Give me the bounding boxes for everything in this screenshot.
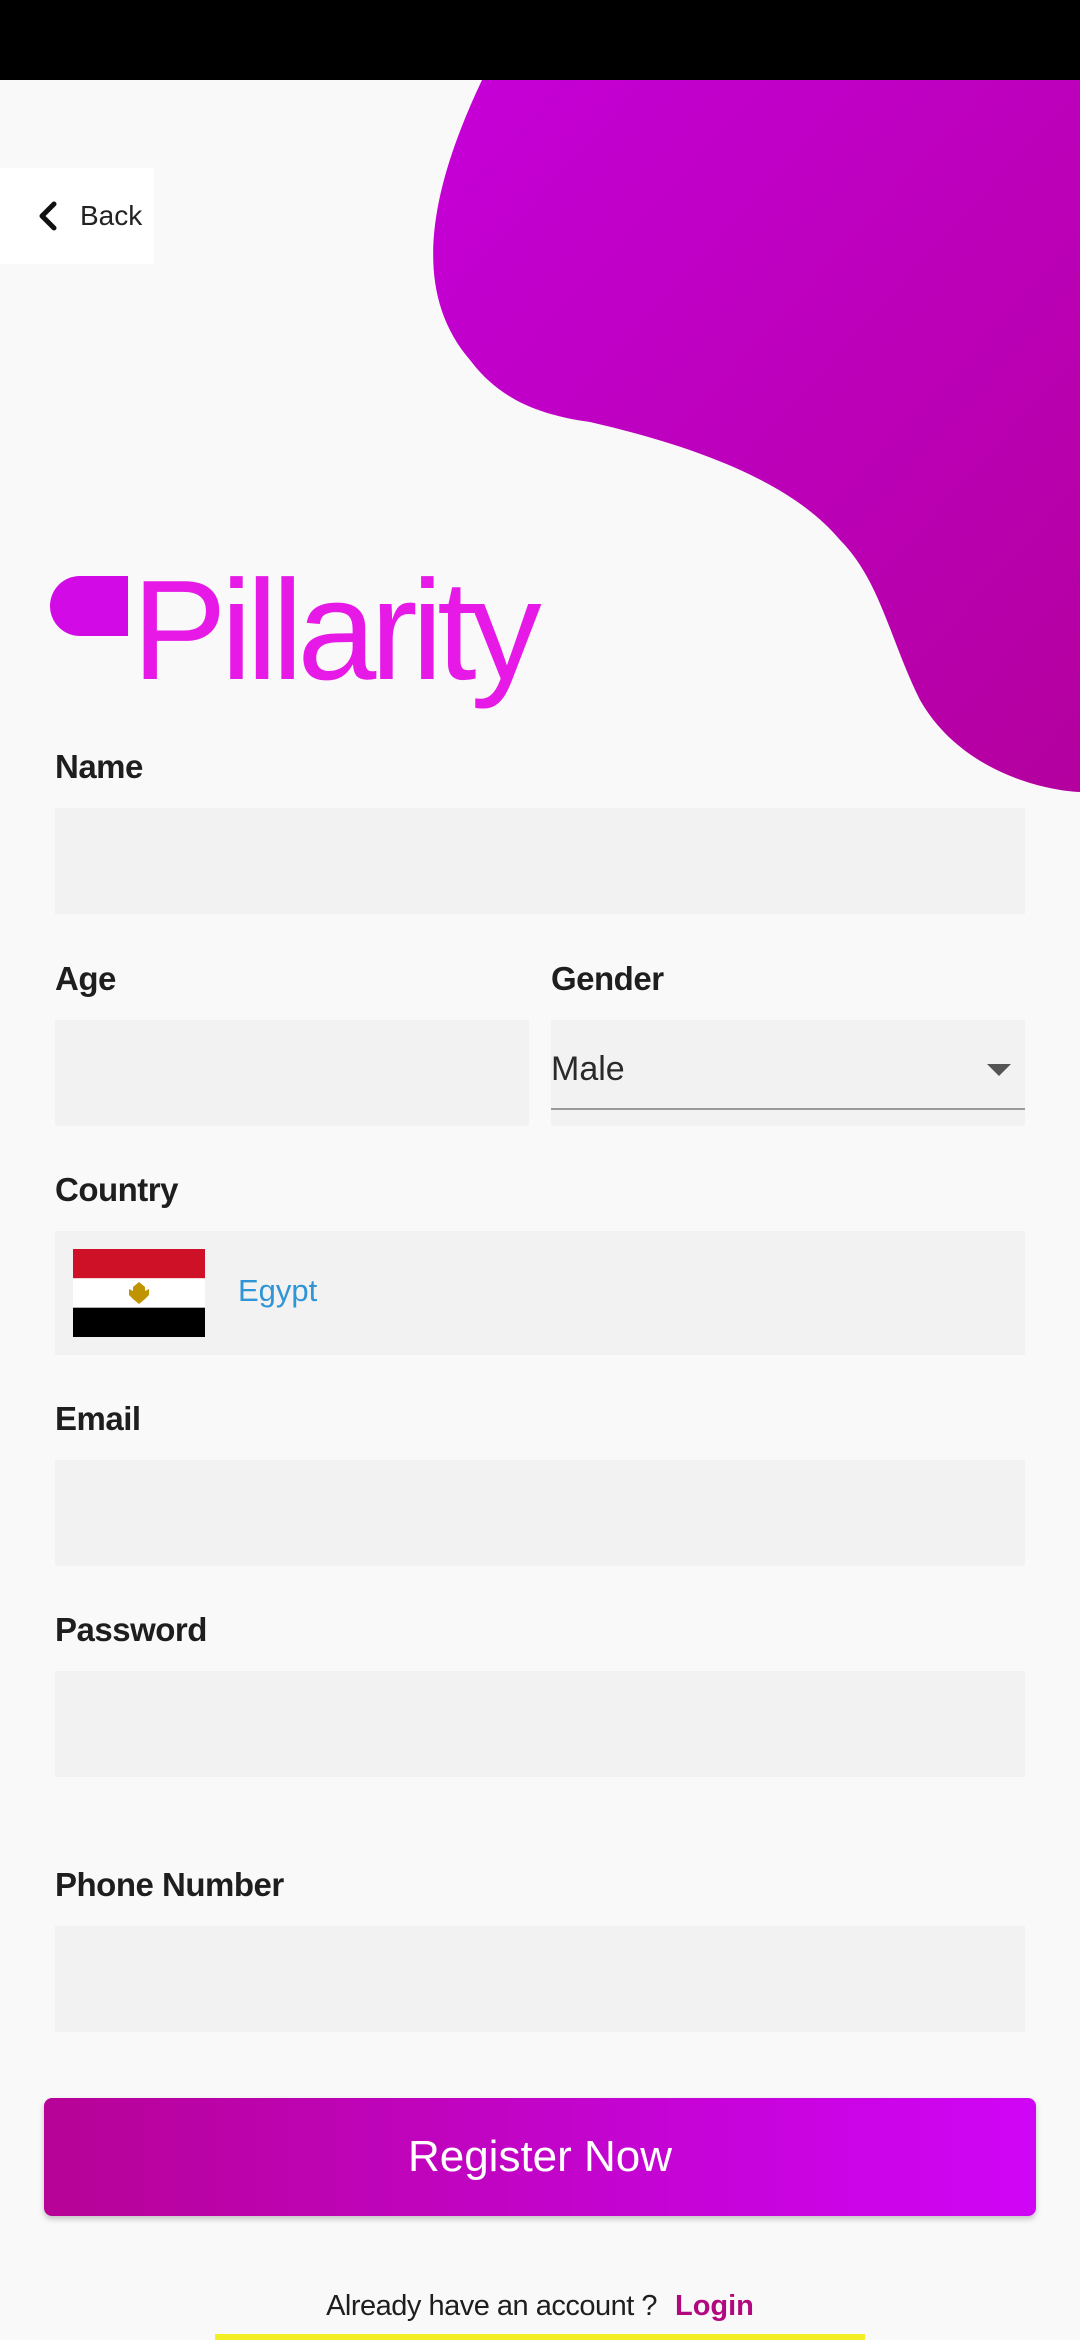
gender-selected-value: Male (551, 1050, 625, 1088)
register-button[interactable]: Register Now (44, 2098, 1036, 2216)
back-label: Back (80, 200, 143, 231)
country-label: Country (55, 1171, 179, 1208)
gender-select[interactable]: Male (551, 1020, 1025, 1126)
pillarity-logo: Pillarity (50, 551, 542, 710)
country-picker[interactable]: Egypt (55, 1231, 1025, 1355)
phone-input[interactable] (55, 1926, 1025, 2032)
gender-label: Gender (551, 960, 664, 997)
age-label: Age (55, 960, 116, 997)
account-question: Already have an account ? (326, 2290, 657, 2322)
phone-label: Phone Number (55, 1866, 284, 1903)
name-label: Name (55, 748, 143, 785)
bottom-indicator (215, 2334, 865, 2340)
brand-name: Pillarity (132, 551, 542, 710)
email-label: Email (55, 1400, 141, 1437)
password-label: Password (55, 1611, 207, 1648)
email-input[interactable] (55, 1460, 1025, 1566)
egypt-flag-icon (73, 1249, 205, 1337)
password-input[interactable] (55, 1671, 1025, 1777)
country-name: Egypt (238, 1273, 318, 1308)
dropdown-arrow-icon (987, 1064, 1011, 1076)
chevron-left-icon (39, 201, 57, 231)
age-input[interactable] (55, 1020, 529, 1126)
back-button[interactable]: Back (0, 168, 154, 264)
login-link[interactable]: Login (675, 2290, 754, 2322)
select-underline (551, 1108, 1025, 1110)
name-input[interactable] (55, 808, 1025, 914)
pill-logo-icon (50, 576, 128, 636)
login-prompt: Already have an account ? Login (0, 2290, 1080, 2323)
